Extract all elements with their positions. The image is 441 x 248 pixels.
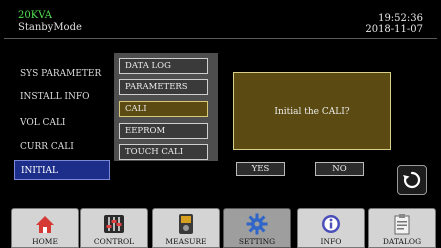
menu-item-sys-parameter[interactable]: SYS PARAMETER — [14, 64, 110, 84]
menu-item-curr-cali[interactable]: CURR CALI — [14, 137, 110, 157]
tab-home-label: HOME — [32, 237, 58, 246]
back-button[interactable] — [397, 165, 427, 195]
yes-button[interactable]: YES — [236, 162, 285, 176]
model-label: 20KVA — [18, 10, 52, 21]
tab-datalog-label: DATALOG — [382, 237, 422, 246]
time-label: 19:52:36 — [378, 13, 423, 24]
tab-datalog[interactable]: DATALOG — [368, 208, 436, 248]
menu-item-install-info[interactable]: INSTALL INFO — [14, 87, 110, 107]
sliders-icon — [104, 215, 124, 233]
mode-label: StanbyMode — [18, 22, 82, 33]
status-header: 20KVA StanbyMode — [18, 10, 82, 34]
home-icon — [36, 216, 54, 233]
submenu-parameters-button[interactable]: PARAMETERS — [119, 79, 208, 95]
gear-icon — [246, 213, 268, 235]
header-divider — [4, 38, 437, 39]
hmi-screen: 20KVA StanbyMode 19:52:36 2018-11-07 SYS… — [0, 0, 441, 248]
submenu-data-log-button[interactable]: DATA LOG — [119, 58, 208, 74]
confirm-dialog-message: Initial the CALI? — [233, 72, 391, 150]
tab-measure-label: MEASURE — [165, 237, 207, 246]
tab-home[interactable]: HOME — [11, 208, 79, 248]
clock: 19:52:36 2018-11-07 — [365, 13, 423, 35]
tab-setting[interactable]: SETTING — [223, 208, 291, 248]
tab-setting-label: SETTING — [238, 237, 276, 246]
submenu-cali-button[interactable]: CALI — [119, 101, 208, 117]
bottom-nav: HOME CONTROL MEASURE SETTING INFO DATALO… — [0, 205, 441, 248]
clipboard-icon — [394, 214, 410, 235]
back-arrow-icon — [403, 171, 421, 189]
no-button[interactable]: NO — [315, 162, 364, 176]
menu-item-vol-cali[interactable]: VOL CALI — [14, 113, 110, 133]
submenu-touch-cali-button[interactable]: TOUCH CALI — [119, 144, 208, 160]
tab-info[interactable]: INFO — [297, 208, 365, 248]
meter-icon — [179, 214, 193, 234]
tab-info-label: INFO — [320, 237, 342, 246]
tab-control-label: CONTROL — [93, 237, 135, 246]
tab-control[interactable]: CONTROL — [80, 208, 148, 248]
submenu-eeprom-button[interactable]: EEPROM — [119, 123, 208, 139]
tab-measure[interactable]: MEASURE — [152, 208, 220, 248]
info-icon — [322, 215, 340, 233]
menu-item-initial[interactable]: INITIAL — [14, 160, 110, 180]
date-label: 2018-11-07 — [365, 24, 423, 35]
